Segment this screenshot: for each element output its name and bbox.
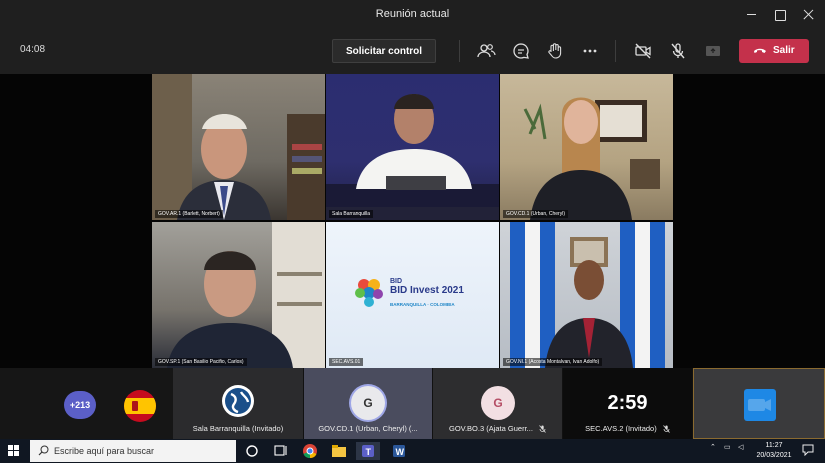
task-view-icon[interactable] bbox=[272, 442, 290, 460]
avatar: G bbox=[481, 386, 515, 420]
mic-off-icon bbox=[663, 425, 670, 433]
chrome-icon[interactable] bbox=[301, 442, 319, 460]
participant-name: GOV.BO.3 (Ajata Guerr... bbox=[433, 424, 562, 433]
share-tray-icon[interactable] bbox=[703, 41, 723, 61]
video-tile[interactable]: GOV.CD.1 (Urban, Cheryl) bbox=[500, 74, 673, 220]
title-bar: Reunión actual bbox=[0, 0, 825, 28]
windows-start-icon[interactable] bbox=[8, 445, 20, 457]
video-tile[interactable]: Sala Barranquilla bbox=[326, 74, 499, 220]
participant-name: SEC.AVS.2 (Invitado) bbox=[563, 424, 692, 433]
phone-hangup-icon bbox=[754, 48, 766, 53]
minimize-button[interactable] bbox=[740, 4, 764, 24]
video-icon bbox=[744, 389, 776, 421]
globe-icon bbox=[222, 385, 254, 417]
tile-name-label: GOV.SP.1 (San Basilio Pacifio, Carlos) bbox=[155, 358, 247, 366]
participant-tile[interactable]: Sala Barranquilla (Invitado) bbox=[173, 368, 304, 439]
svg-text:T: T bbox=[366, 447, 372, 457]
participant-video bbox=[326, 94, 499, 220]
word-icon[interactable]: W bbox=[390, 442, 408, 460]
close-button[interactable] bbox=[797, 4, 821, 24]
participant-video bbox=[167, 222, 325, 368]
chat-icon[interactable] bbox=[511, 41, 531, 61]
mic-off-icon[interactable] bbox=[668, 41, 688, 61]
tile-name-label: SEC.AVS.01 bbox=[329, 358, 364, 366]
camera-off-icon[interactable] bbox=[633, 41, 653, 61]
teams-icon[interactable]: T bbox=[356, 442, 380, 460]
participant-video bbox=[523, 97, 660, 220]
cortana-icon[interactable] bbox=[243, 442, 261, 460]
video-tile[interactable]: BID BID Invest 2021 BARRANQUILLA · COLOM… bbox=[326, 222, 499, 368]
countdown-video: 2:59 bbox=[607, 392, 648, 414]
divider bbox=[459, 40, 460, 62]
notifications-icon[interactable] bbox=[802, 444, 814, 458]
participant-name: GOV.CD.1 (Urban, Cheryl) (... bbox=[318, 424, 418, 433]
tile-name-label: GOV.NI.1 (Acosta Montalvan, Ivan Adolfo) bbox=[503, 358, 603, 366]
video-tile[interactable]: GOV.NI.1 (Acosta Montalvan, Ivan Adolfo) bbox=[500, 222, 673, 368]
participant-tile[interactable]: 2:59 SEC.AVS.2 (Invitado) bbox=[563, 368, 693, 439]
self-view-tile[interactable] bbox=[693, 368, 825, 439]
tile-name-label: GOV.CD.1 (Urban, Cheryl) bbox=[503, 210, 568, 218]
participant-name: Sala Barranquilla (Invitado) bbox=[192, 424, 284, 433]
volume-icon[interactable]: ◁ bbox=[738, 443, 743, 451]
bid-logo-text: BID BID Invest 2021 BARRANQUILLA · COLOM… bbox=[390, 278, 464, 307]
window-title: Reunión actual bbox=[375, 8, 450, 20]
windows-taskbar: Escribe aquí para buscar T W ⌃ ▭ ◁ 11:27… bbox=[0, 439, 825, 463]
network-icon[interactable]: ▭ bbox=[724, 443, 731, 451]
raise-hand-icon[interactable] bbox=[545, 41, 565, 61]
maximize-button[interactable] bbox=[768, 4, 792, 24]
participant-video bbox=[152, 74, 325, 220]
tray-chevron-icon[interactable]: ⌃ bbox=[710, 443, 716, 451]
taskbar-search-box[interactable]: Escribe aquí para buscar bbox=[30, 440, 236, 462]
more-participants-button[interactable]: +213 bbox=[64, 391, 96, 419]
participants-strip: +213 Sala Barranquilla (Invitado) G GOV.… bbox=[0, 368, 825, 439]
teams-meeting-window: Reunión actual 04:08 Solicitar control S… bbox=[0, 0, 825, 463]
spain-flag-icon bbox=[124, 390, 156, 422]
more-options-icon[interactable] bbox=[580, 41, 600, 61]
leave-button[interactable]: Salir bbox=[739, 39, 809, 63]
video-tile[interactable]: GOV.SP.1 (San Basilio Pacifio, Carlos) bbox=[152, 222, 325, 368]
participant-tile[interactable]: G GOV.BO.3 (Ajata Guerr... bbox=[433, 368, 563, 439]
meeting-control-bar: 04:08 Solicitar control Salir bbox=[0, 28, 825, 74]
meeting-timer: 04:08 bbox=[20, 44, 46, 55]
mic-off-icon bbox=[539, 425, 546, 433]
taskbar-clock[interactable]: 11:27 20/03/2021 bbox=[752, 441, 796, 461]
svg-text:W: W bbox=[396, 447, 405, 457]
request-control-button[interactable]: Solicitar control bbox=[332, 39, 436, 63]
avatar: G bbox=[351, 386, 385, 420]
file-explorer-icon[interactable] bbox=[330, 442, 348, 460]
tile-name-label: GOV.AR.1 (Barlett, Norbert) bbox=[155, 210, 223, 218]
participant-tile[interactable]: G GOV.CD.1 (Urban, Cheryl) (... bbox=[304, 368, 433, 439]
divider bbox=[615, 40, 616, 62]
search-icon bbox=[38, 445, 49, 456]
participant-video bbox=[510, 222, 665, 368]
search-placeholder: Escribe aquí para buscar bbox=[54, 446, 155, 456]
video-stage: GOV.AR.1 (Barlett, Norbert) Sala Barranq… bbox=[0, 74, 825, 368]
participants-icon[interactable] bbox=[476, 41, 496, 61]
leave-label: Salir bbox=[773, 45, 795, 56]
tile-name-label: Sala Barranquilla bbox=[329, 210, 374, 218]
video-tile[interactable]: GOV.AR.1 (Barlett, Norbert) bbox=[152, 74, 325, 220]
